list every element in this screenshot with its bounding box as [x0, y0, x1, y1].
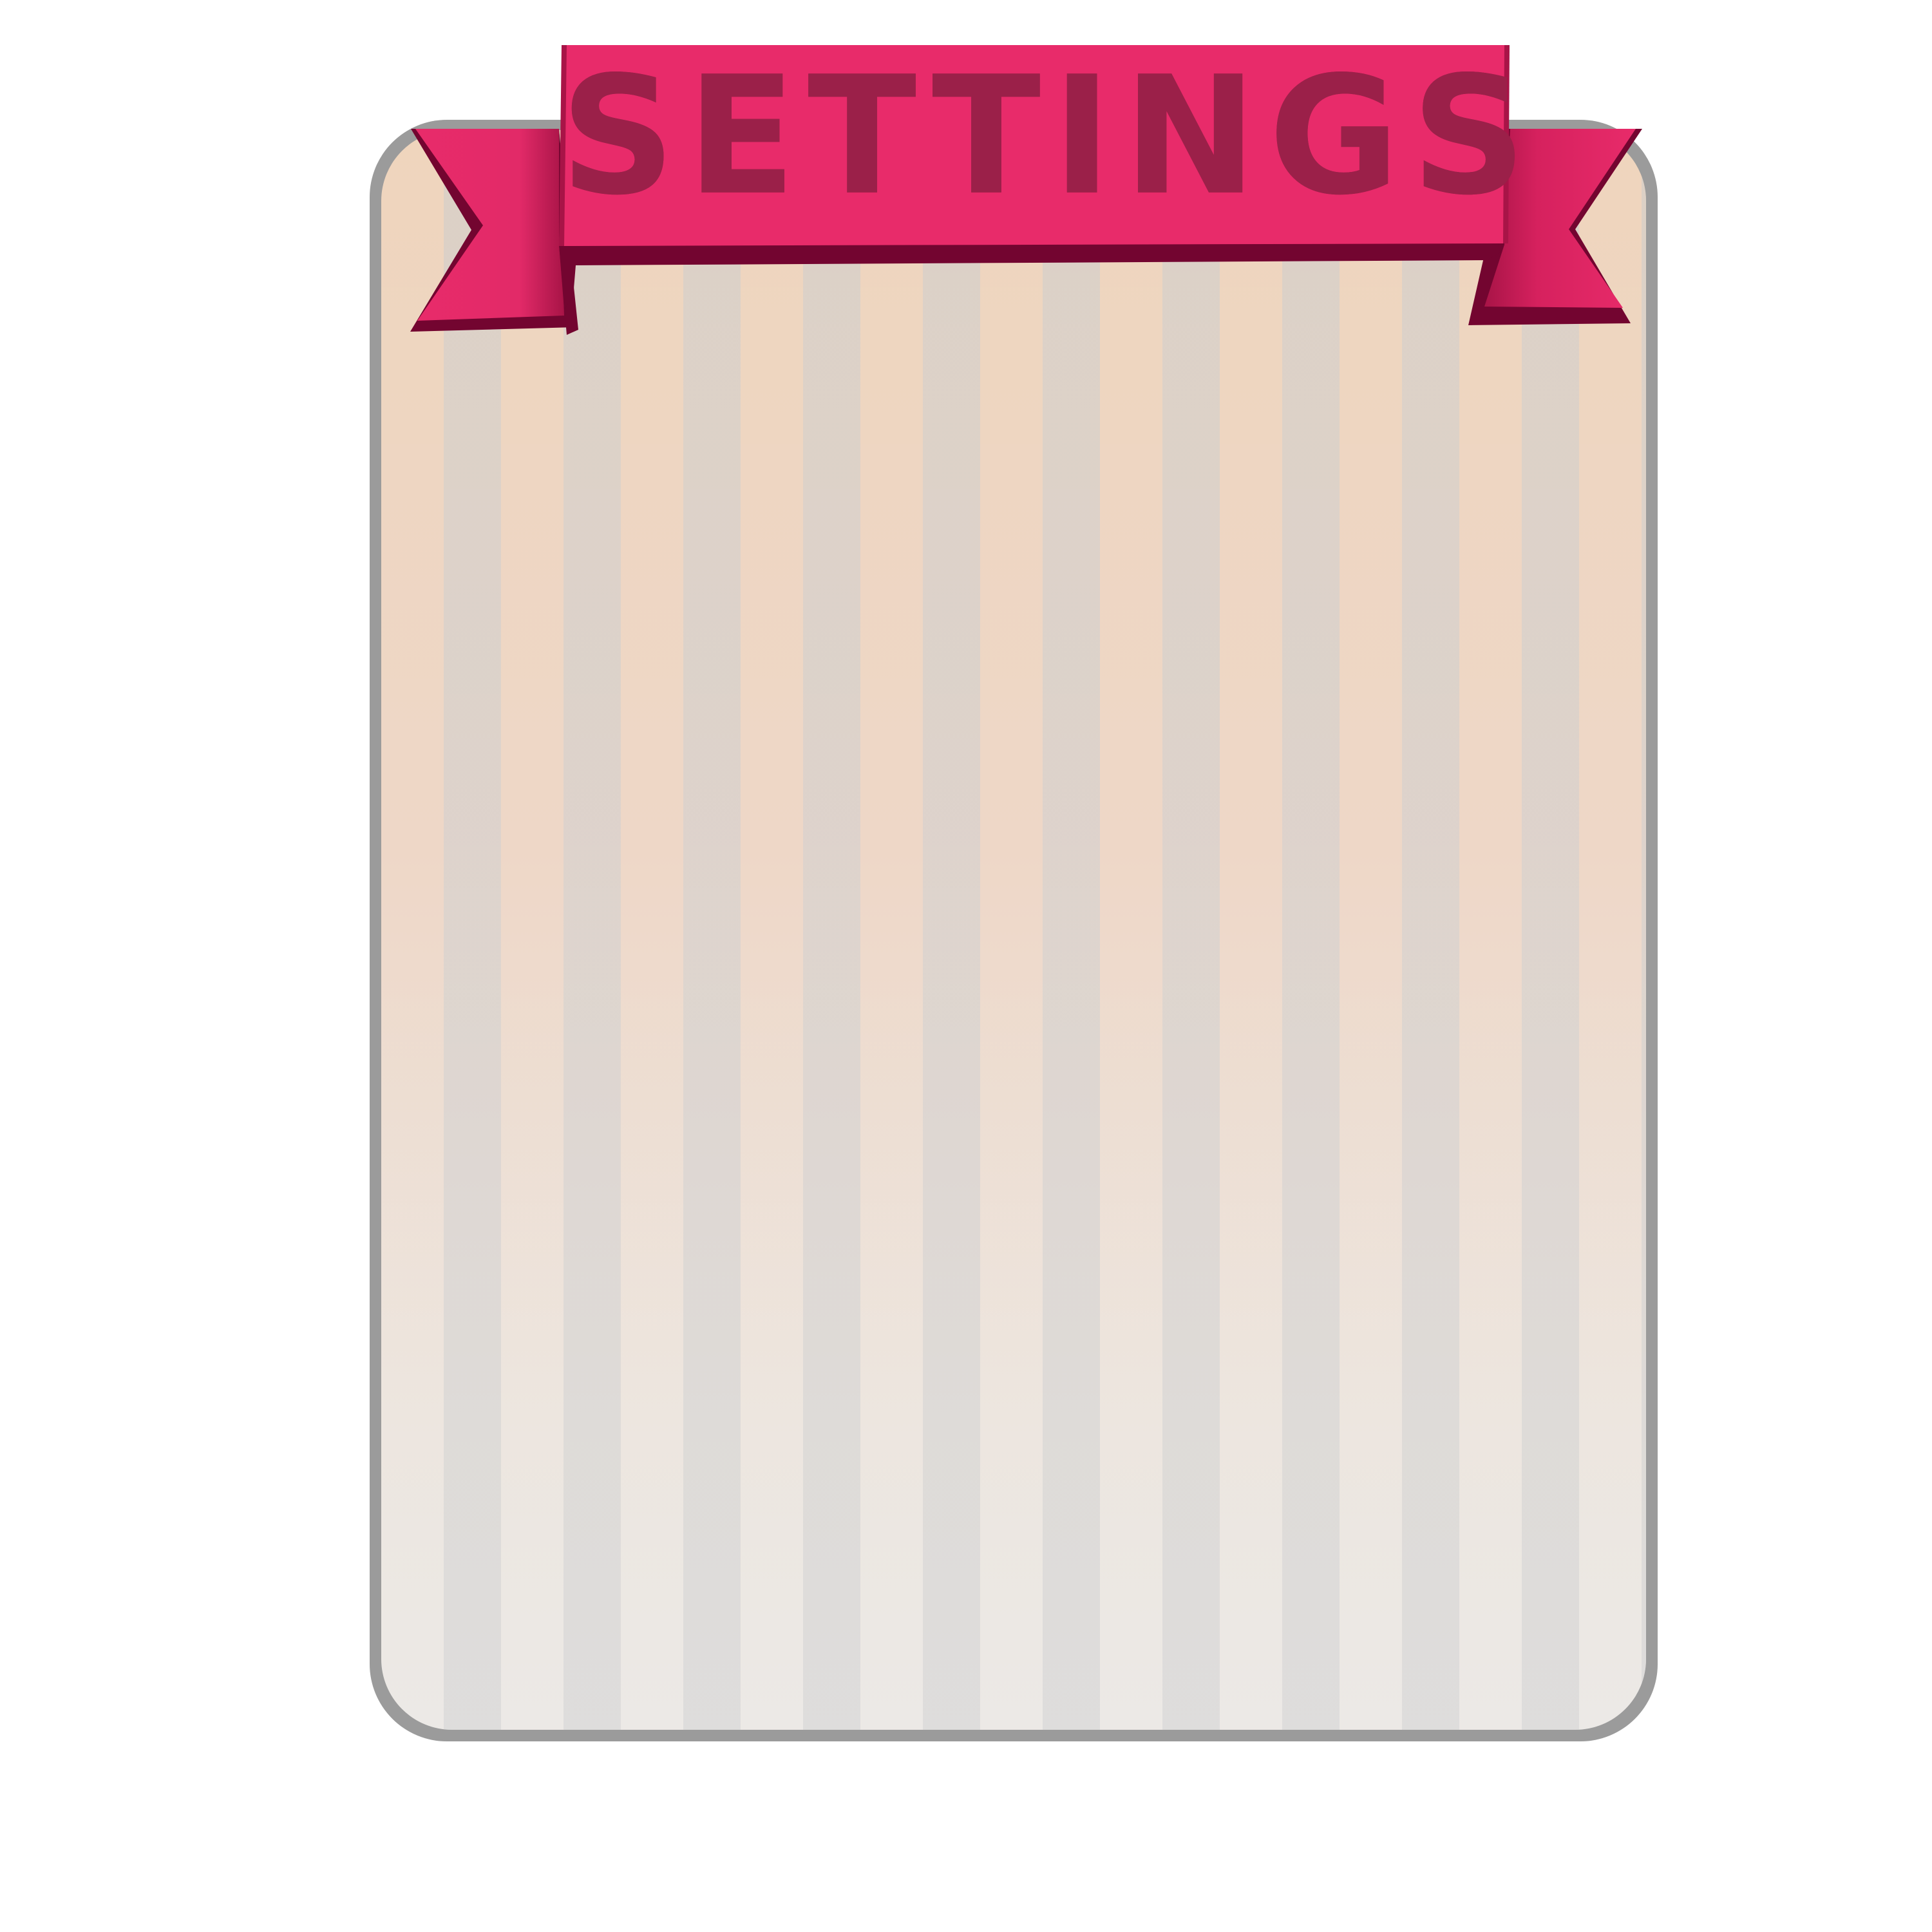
settings-panel — [381, 130, 1646, 1730]
settings-title: SETTINGS — [560, 42, 1539, 231]
ribbon-tail-left — [410, 129, 578, 335]
panel-shine — [381, 130, 1646, 1730]
settings-screen: SETTINGS — [0, 0, 1932, 1932]
